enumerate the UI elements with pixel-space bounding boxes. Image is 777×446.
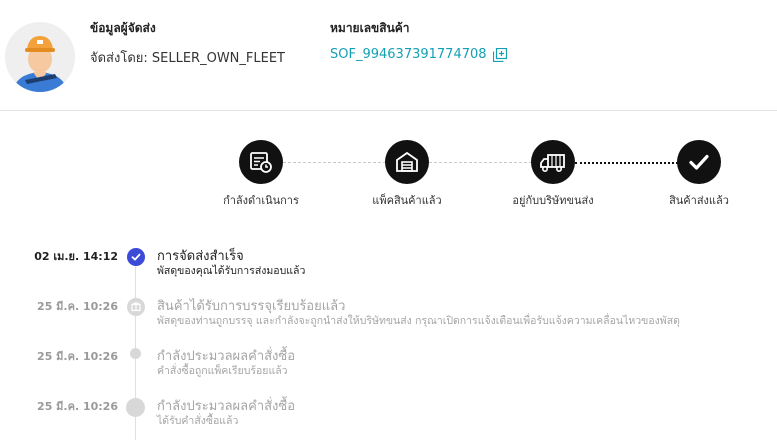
- event-subtitle: พัสดุของคุณได้รับการส่งมอบแล้ว: [157, 265, 306, 277]
- step-with-carrier: [531, 140, 575, 184]
- package-icon: [131, 301, 141, 312]
- event-status-dot: [126, 398, 145, 417]
- tracking-number[interactable]: SOF_994637391774708: [330, 47, 487, 62]
- event-subtitle: คำสั่งซื้อถูกแพ็คเรียบร้อยแล้ว: [157, 365, 288, 377]
- progress-line: [283, 162, 386, 163]
- warehouse-box-icon: [396, 151, 418, 172]
- step-label: กำลังดำเนินการ: [223, 194, 299, 207]
- event-status-dot: [130, 348, 141, 359]
- event-time: 25 มี.ค. 10:26: [37, 350, 118, 363]
- step-label: สินค้าส่งแล้ว: [669, 194, 729, 207]
- event-subtitle: ได้รับคำสั่งซื้อแล้ว: [157, 415, 239, 427]
- tracking-row: SOF_994637391774708: [330, 47, 507, 62]
- event-status-dot: [127, 298, 145, 316]
- event-time: 02 เม.ย. 14:12: [34, 250, 118, 263]
- step-delivered: [677, 140, 721, 184]
- event-time: 25 มี.ค. 10:26: [37, 300, 118, 313]
- seller-info: ข้อมูลผู้จัดส่ง จัดส่งโดย: SELLER_OWN_FL…: [90, 19, 285, 68]
- courier-avatar: [5, 22, 75, 92]
- tracking-title: หมายเลขสินค้า: [330, 21, 410, 35]
- shipped-by-text: จัดส่งโดย: SELLER_OWN_FLEET: [90, 51, 285, 66]
- check-icon: [689, 154, 709, 170]
- copy-icon[interactable]: [492, 47, 507, 62]
- step-label: แพ็คสินค้าแล้ว: [372, 194, 442, 207]
- seller-info-title: ข้อมูลผู้จัดส่ง: [90, 21, 156, 35]
- document-clock-icon: [250, 152, 272, 173]
- progress-line: [429, 162, 532, 163]
- shipment-progress: กำลังดำเนินการ แพ็คสินค้าแล้ว อยู่กับบริ…: [0, 140, 777, 210]
- tracking-info: หมายเลขสินค้า SOF_994637391774708: [330, 19, 507, 62]
- step-processing: [239, 140, 283, 184]
- shipping-header: ข้อมูลผู้จัดส่ง จัดส่งโดย: SELLER_OWN_FL…: [0, 0, 777, 111]
- delivery-truck-icon: [540, 154, 565, 172]
- progress-line: [575, 162, 678, 164]
- event-status-dot: [127, 248, 145, 266]
- step-packed: [385, 140, 429, 184]
- event-time: 25 มี.ค. 10:26: [37, 400, 118, 413]
- check-icon: [131, 253, 141, 261]
- step-label: อยู่กับบริษัทขนส่ง: [512, 194, 594, 207]
- event-subtitle: พัสดุของท่านถูกบรรจุ และกำลังจะถูกนำส่งใ…: [157, 315, 680, 327]
